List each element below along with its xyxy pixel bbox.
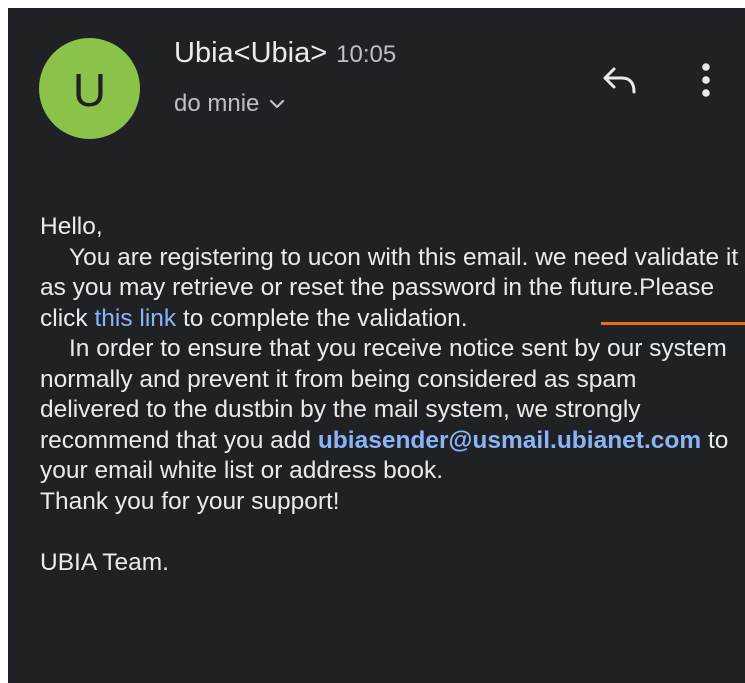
greeting: Hello, <box>40 213 103 240</box>
email-body: Hello, You are registering to ucon with … <box>40 212 740 578</box>
paragraph-whitelist: In order to ensure that you receive noti… <box>40 335 729 484</box>
screen: U Ubia<Ubia> 10:05 do mnie Hello, You ar… <box>0 0 745 683</box>
avatar-letter: U <box>72 63 107 116</box>
more-vert-icon <box>702 63 710 97</box>
reply-icon <box>603 67 636 94</box>
chevron-down-icon <box>270 99 285 109</box>
annotation-arrow-line <box>601 322 745 325</box>
sender-name: Ubia<Ubia> <box>174 37 328 69</box>
sender-line: Ubia<Ubia> 10:05 <box>174 37 396 70</box>
thanks-line: Thank you for your support! <box>40 487 340 515</box>
recipient-details-toggle[interactable]: do mnie <box>174 90 285 118</box>
paragraph-validation: You are registering to ucon with this em… <box>40 243 739 332</box>
more-options-button[interactable] <box>684 54 728 106</box>
recipient-label: do mnie <box>174 90 260 117</box>
message-time: 10:05 <box>336 41 397 68</box>
validation-link[interactable]: this link <box>94 305 176 332</box>
sender-avatar[interactable]: U <box>39 38 140 139</box>
email-view: U Ubia<Ubia> 10:05 do mnie Hello, You ar… <box>8 8 745 683</box>
reply-button[interactable] <box>594 54 646 106</box>
signature: UBIA Team. <box>40 548 169 576</box>
sender-email-link[interactable]: ubiasender@usmail.ubianet.com <box>318 427 701 454</box>
